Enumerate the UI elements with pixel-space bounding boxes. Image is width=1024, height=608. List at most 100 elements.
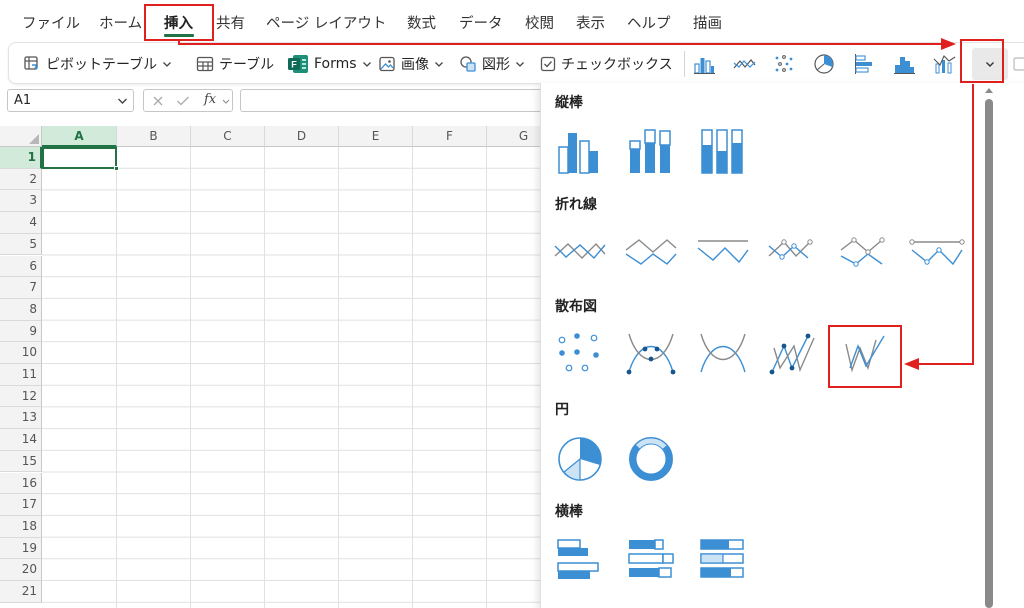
formula-actions: fx [143,89,233,112]
percent-stacked-line-markers-icon [909,239,965,266]
pie-icon [558,437,602,481]
tab-page-layout[interactable]: ページ レイアウト [266,12,386,33]
section-title-bar: 横棒 [555,504,583,520]
line-with-markers-option[interactable] [764,224,824,278]
tab-home[interactable]: ホーム [99,12,142,33]
pie-chart-button[interactable] [808,48,840,80]
confirm-icon[interactable] [176,95,190,107]
100-stacked-line-chart-option[interactable] [693,224,753,278]
table-button[interactable]: テーブル [196,52,274,76]
tab-formulas[interactable]: 数式 [407,12,436,33]
scatter-straight-markers-icon [769,333,815,375]
clustered-bar-chart-option[interactable] [550,534,610,588]
100-stacked-line-with-markers-option[interactable] [907,224,967,278]
line-markers-icon [768,239,813,260]
tab-share[interactable]: 共有 [216,12,245,33]
selected-cell-a1[interactable] [42,147,117,169]
name-box[interactable]: A1 [7,89,134,112]
svg-text:F: F [291,60,297,70]
column-chart-button[interactable] [688,48,720,80]
stacked-column-chart-option[interactable] [621,121,681,175]
section-title-pie: 円 [555,402,569,418]
scatter-smooth-lines-icon [700,333,746,373]
tab-review[interactable]: 校閲 [525,12,554,33]
image-label: 画像 [401,57,429,73]
line-chart-option[interactable] [550,224,610,278]
clustered-column-chart-option[interactable] [550,121,610,175]
100-stacked-column-chart-option[interactable] [693,121,753,175]
pie-chart-option[interactable] [550,432,610,486]
histogram-chart-button[interactable] [888,48,920,80]
name-box-value: A1 [14,93,32,108]
scatter-smooth-markers-option[interactable] [621,328,681,382]
insert-function-icon[interactable]: fx [204,92,216,107]
bar-chart-button[interactable] [848,48,880,80]
clustered-bar-icon [557,539,599,579]
forms-button[interactable]: F Forms [287,52,372,76]
line-icon [554,242,606,260]
100-stacked-bar-chart-option[interactable] [693,534,753,588]
shapes-label: 図形 [482,57,510,73]
tab-draw[interactable]: 描画 [693,12,722,33]
stacked-bar-icon [628,539,674,578]
pivot-table-button[interactable]: ピボットテーブル [23,52,172,76]
section-title-line: 折れ線 [555,197,597,213]
stacked-line-chart-option[interactable] [621,224,681,278]
scatter-smooth-lines-option[interactable] [693,328,753,382]
stacked-line-with-markers-option[interactable] [836,224,896,278]
stacked-line-icon [625,239,677,265]
chevron-down-icon [516,62,524,67]
stacked-line-markers-icon [840,237,885,267]
image-icon [379,56,395,72]
section-title-scatter: 散布図 [555,299,597,315]
line-chart-button[interactable] [728,48,760,80]
overflow-icon [1013,57,1024,71]
tab-data[interactable]: データ [459,12,503,33]
column-chart-icon [694,58,715,74]
percent-stacked-line-icon [697,240,749,264]
annotation-insert-tab-highlight [144,4,214,41]
pivot-table-icon [24,56,38,70]
ribbon-divider [684,51,685,77]
annotation-scatter-option-highlight [828,325,902,388]
doughnut-icon [629,437,673,481]
tab-help[interactable]: ヘルプ [627,12,671,33]
combo-chart-button[interactable] [928,48,960,80]
spreadsheet-grid: ABCDEFG 1 2 3 4 5 6 7 8 9 10 11 12 13 14 15 16 17 18 19 20 2… [0,126,540,608]
table-icon [196,56,214,72]
table-label: テーブル [219,57,275,73]
bar-chart-icon [855,54,872,74]
chevron-down-icon [362,62,371,67]
scatter-icon [558,333,599,372]
fill-handle[interactable] [114,166,119,171]
section-title-column: 縦棒 [555,95,583,111]
pivot-table-label: ピボットテーブル [46,57,158,73]
tab-file[interactable]: ファイル [22,12,80,33]
image-button[interactable]: 画像 [378,52,444,76]
pie-chart-icon [814,54,834,74]
scatter-chart-icon [775,55,793,72]
ribbon: ピボットテーブル テーブル F Forms 画像 図形 チェックボックス [8,42,1024,84]
scrollbar-thumb[interactable] [985,99,993,608]
stacked-bar-chart-option[interactable] [621,534,681,588]
checkbox-button[interactable]: チェックボックス [540,52,673,76]
forms-label: Forms [314,56,357,72]
more-ribbon-button[interactable] [1010,48,1024,80]
histogram-chart-icon [894,57,915,74]
doughnut-chart-option[interactable] [621,432,681,486]
combo-chart-icon [933,55,956,74]
scatter-chart-button[interactable] [768,48,800,80]
shapes-button[interactable]: 図形 [459,52,525,76]
scatter-straight-markers-option[interactable] [764,328,824,382]
cancel-icon[interactable] [152,95,164,107]
tab-view[interactable]: 表示 [576,12,605,33]
chevron-down-icon [222,99,230,104]
formula-input[interactable] [240,89,560,112]
clustered-column-icon [558,133,598,174]
scroll-up-arrow[interactable] [984,86,994,94]
percent-stacked-bar-icon [700,539,744,578]
chevron-down-icon [163,62,172,67]
chart-gallery-panel: 縦棒 折れ線 散布図 円 横棒 [540,83,1024,608]
line-chart-icon [733,59,756,69]
scatter-chart-option[interactable] [550,328,610,382]
